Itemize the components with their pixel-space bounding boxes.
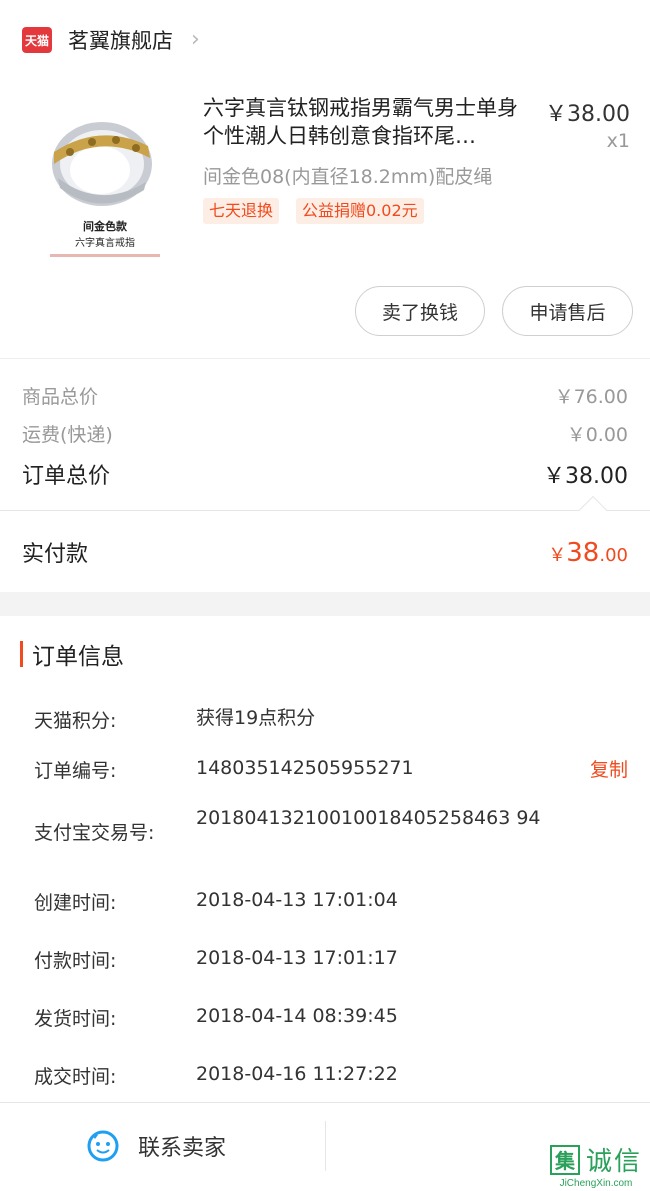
goods-total-value: ￥76.00 — [554, 386, 628, 408]
alipay-trade-value: 20180413210010018405258463 94 — [196, 807, 541, 829]
paid-label: 实付款 — [22, 542, 89, 567]
shipping-label: 运费(快递) — [22, 424, 113, 446]
copy-button[interactable]: 复制 — [590, 755, 628, 782]
order-total-row: 订单总价 ￥38.00 — [22, 458, 628, 490]
watermark-url: JiChengXin.com — [559, 1178, 633, 1189]
bottom-bar: 联系卖家 集 诚信 JiChengXin.com — [0, 1102, 650, 1191]
shipping-row: 运费(快递) ￥0.00 — [22, 420, 628, 447]
created-time-label: 创建时间: — [34, 892, 117, 914]
bar-divider — [325, 1121, 326, 1171]
chevron-right-icon[interactable]: › — [191, 27, 200, 52]
order-number-value: 148035142505955271 — [196, 757, 414, 779]
product-sku: 间金色08(内直径18.2mm)配皮绳 — [203, 166, 493, 188]
contact-seller-label: 联系卖家 — [138, 1136, 227, 1161]
divider — [0, 358, 650, 359]
shop-name[interactable]: 茗翼旗舰店 — [68, 25, 173, 55]
paid-time-label: 付款时间: — [34, 950, 117, 972]
sell-for-cash-button[interactable]: 卖了换钱 — [355, 286, 485, 336]
shipping-value: ￥0.00 — [566, 424, 628, 446]
image-caption-sub: 六字真言戒指 — [75, 236, 135, 249]
product-title[interactable]: 六字真言钛钢戒指男霸气男士单身个性潮人日韩创意食指环尾… — [203, 94, 538, 152]
order-info-title: 订单信息 — [20, 638, 124, 670]
tmall-logo-icon: 天猫 — [22, 27, 52, 53]
watermark-text: 诚信 — [585, 1147, 642, 1177]
watermark-logo: 集 诚信 JiChengXin.com — [549, 1141, 642, 1189]
completed-time-value: 2018-04-16 11:27:22 — [196, 1063, 398, 1085]
paid-currency: ￥ — [548, 545, 567, 566]
shop-header[interactable]: 天猫 茗翼旗舰店 › — [0, 0, 650, 84]
watermark-main: 集 诚信 — [549, 1141, 642, 1178]
order-info-heading: 订单信息 — [32, 644, 124, 670]
alipay-trade-label: 支付宝交易号: — [34, 822, 155, 844]
chat-bubble-icon — [87, 1130, 119, 1162]
product-card[interactable]: 间金色款 六字真言戒指 六字真言钛钢戒指男霸气男士单身个性潮人日韩创意食指环尾…… — [0, 84, 650, 274]
paid-row: 实付款 ￥38.00 — [22, 536, 628, 568]
shipped-time-label: 发货时间: — [34, 1008, 117, 1030]
paid-amount: ￥38.00 — [548, 538, 628, 568]
paid-decimal: .00 — [599, 545, 628, 566]
product-quantity: x1 — [606, 130, 630, 152]
contact-seller-button[interactable]: 联系卖家 — [86, 1129, 226, 1163]
created-time-value: 2018-04-13 17:01:04 — [196, 889, 398, 911]
completed-time-label: 成交时间: — [34, 1066, 117, 1088]
section-accent-bar — [20, 641, 23, 667]
goods-total-label: 商品总价 — [22, 386, 99, 408]
order-total-value: ￥38.00 — [543, 464, 628, 489]
after-sale-button[interactable]: 申请售后 — [502, 286, 633, 336]
divider — [0, 510, 650, 511]
goods-total-row: 商品总价 ￥76.00 — [22, 382, 628, 409]
order-number-label: 订单编号: — [34, 760, 117, 782]
product-price: ￥38.00 — [545, 102, 630, 127]
paid-integer: 38 — [566, 538, 600, 568]
image-caption-main: 间金色款 — [83, 219, 128, 233]
product-image[interactable]: 间金色款 六字真言戒指 — [40, 94, 170, 264]
tag-seven-day-return: 七天退换 — [203, 198, 280, 224]
points-label: 天猫积分: — [34, 710, 117, 732]
order-total-label: 订单总价 — [22, 464, 111, 489]
section-gap — [0, 592, 650, 616]
watermark-mark: 集 — [549, 1144, 580, 1175]
points-value: 获得19点积分 — [196, 707, 316, 729]
caret-up-icon — [578, 495, 608, 525]
paid-time-value: 2018-04-13 17:01:17 — [196, 947, 398, 969]
shipped-time-value: 2018-04-14 08:39:45 — [196, 1005, 398, 1027]
tag-charity: 公益捐赠0.02元 — [296, 198, 424, 224]
